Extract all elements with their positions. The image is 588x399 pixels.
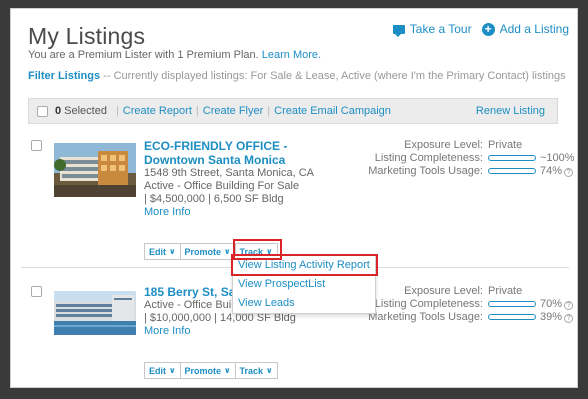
top-actions: Take a Tour + Add a Listing [383, 22, 569, 37]
selected-label: Selected [64, 105, 107, 117]
completeness-pct: 70% [540, 298, 563, 310]
exposure-value: Private [488, 139, 523, 151]
renew-listing-link[interactable]: Renew Listing [476, 105, 545, 117]
more-info-link[interactable]: More Info [144, 325, 344, 338]
separator: | [267, 105, 271, 117]
listing-photo[interactable] [54, 291, 136, 335]
marketing-row: Marketing Tools Usage: 39%? [368, 311, 574, 324]
marketing-bar [488, 168, 536, 174]
exposure-row: Exposure Level: Private [368, 285, 568, 298]
view-leads-item[interactable]: View Leads [233, 294, 375, 313]
marketing-bar [488, 314, 536, 320]
promote-button[interactable]: Promote ∨ [179, 243, 236, 260]
exposure-label: Exposure Level: [404, 285, 483, 297]
help-icon[interactable]: ? [564, 168, 574, 177]
listing-stats: Exposure Level: Private Listing Complete… [368, 285, 574, 324]
separator: | [195, 105, 199, 117]
help-icon[interactable]: ? [564, 314, 574, 323]
add-listing-label: Add a Listing [499, 22, 569, 36]
more-info-link[interactable]: More Info [144, 206, 344, 219]
select-all-checkbox[interactable] [37, 105, 48, 117]
exposure-row: Exposure Level: Private [368, 139, 568, 152]
filter-line: Filter Listings -- Currently displayed l… [28, 70, 566, 82]
bulk-toolbar: 0 Selected | Create Report | Create Flye… [28, 98, 558, 124]
listing-details: | $4,500,000 | 6,500 SF Bldg [144, 193, 284, 205]
chevron-down-icon: ∨ [169, 366, 176, 375]
completeness-label: Listing Completeness: [374, 152, 483, 164]
chevron-down-icon: ∨ [224, 366, 231, 375]
separator: | [115, 105, 119, 117]
marketing-row: Marketing Tools Usage: 74%? [368, 165, 574, 178]
take-tour-link[interactable]: Take a Tour [392, 22, 472, 37]
track-label: Track [239, 365, 264, 376]
marketing-label: Marketing Tools Usage: [368, 165, 483, 177]
chevron-down-icon: ∨ [266, 366, 273, 375]
page-title: My Listings [28, 23, 146, 49]
chat-icon [392, 24, 405, 37]
listing-checkbox[interactable] [31, 140, 42, 151]
edit-button[interactable]: Edit ∨ [144, 243, 181, 260]
create-email-campaign-link[interactable]: Create Email Campaign [274, 105, 391, 117]
marketing-pct: 74% [540, 165, 563, 177]
listing-status: Active - Office Building For Sale [144, 180, 300, 192]
premium-notice: You are a Premium Lister with 1 Premium … [28, 49, 321, 61]
completeness-bar [488, 155, 536, 161]
completeness-bar [488, 301, 536, 307]
completeness-label: Listing Completeness: [374, 298, 483, 310]
activity-report-highlight [231, 254, 378, 276]
listing-photo[interactable] [54, 143, 136, 197]
marketing-pct-group: 39%? [540, 311, 574, 324]
header: My Listings Take a Tour + Add a Listing [28, 18, 569, 52]
completeness-row: Listing Completeness: ~100%? [368, 152, 577, 165]
edit-label: Edit [149, 365, 166, 376]
selected-count: 0 [55, 105, 62, 117]
listings-panel: My Listings Take a Tour + Add a Listing … [10, 8, 578, 388]
chevron-down-icon: ∨ [169, 247, 176, 256]
learn-more-link[interactable]: Learn More. [262, 49, 321, 61]
completeness-pct-group: ~100%? [540, 152, 577, 165]
track-button[interactable]: Track ∨ [234, 362, 278, 379]
completeness-pct-group: 70%? [540, 298, 574, 311]
listing-actions: Edit ∨ Promote ∨ Track ∨ [144, 362, 278, 379]
listing-address: 1548 9th Street, Santa Monica, CA [144, 167, 314, 179]
listing-title-link[interactable]: ECO-FRIENDLY OFFICE - Downtown Santa Mon… [144, 139, 344, 167]
edit-button[interactable]: Edit ∨ [144, 362, 181, 379]
help-icon[interactable]: ? [564, 301, 574, 310]
take-tour-label: Take a Tour [409, 22, 472, 36]
add-listing-link[interactable]: + Add a Listing [481, 22, 569, 36]
create-report-link[interactable]: Create Report [123, 105, 192, 117]
view-prospectlist-item[interactable]: View ProspectList [233, 275, 375, 294]
completeness-row: Listing Completeness: 70%? [368, 298, 574, 311]
chevron-down-icon: ∨ [224, 247, 231, 256]
listing-info: ECO-FRIENDLY OFFICE - Downtown Santa Mon… [144, 139, 344, 219]
promote-label: Promote [184, 246, 222, 257]
promote-label: Promote [184, 365, 222, 376]
marketing-pct: 39% [540, 311, 563, 323]
promote-button[interactable]: Promote ∨ [179, 362, 236, 379]
premium-text: You are a Premium Lister with 1 Premium … [28, 49, 259, 61]
completeness-pct: ~100% [540, 152, 575, 164]
marketing-pct-group: 74%? [540, 165, 574, 178]
listing-stats: Exposure Level: Private Listing Complete… [368, 139, 577, 178]
listing-checkbox[interactable] [31, 286, 42, 297]
plus-circle-icon: + [481, 22, 495, 36]
filter-listings-link[interactable]: Filter Listings [28, 70, 100, 82]
exposure-label: Exposure Level: [404, 139, 483, 151]
create-flyer-link[interactable]: Create Flyer [203, 105, 264, 117]
exposure-value: Private [488, 285, 523, 297]
listing-item: ECO-FRIENDLY OFFICE - Downtown Santa Mon… [28, 137, 577, 260]
help-icon[interactable]: ? [576, 155, 577, 164]
filter-description: -- Currently displayed listings: For Sal… [103, 70, 566, 82]
marketing-label: Marketing Tools Usage: [368, 311, 483, 323]
edit-label: Edit [149, 246, 166, 257]
